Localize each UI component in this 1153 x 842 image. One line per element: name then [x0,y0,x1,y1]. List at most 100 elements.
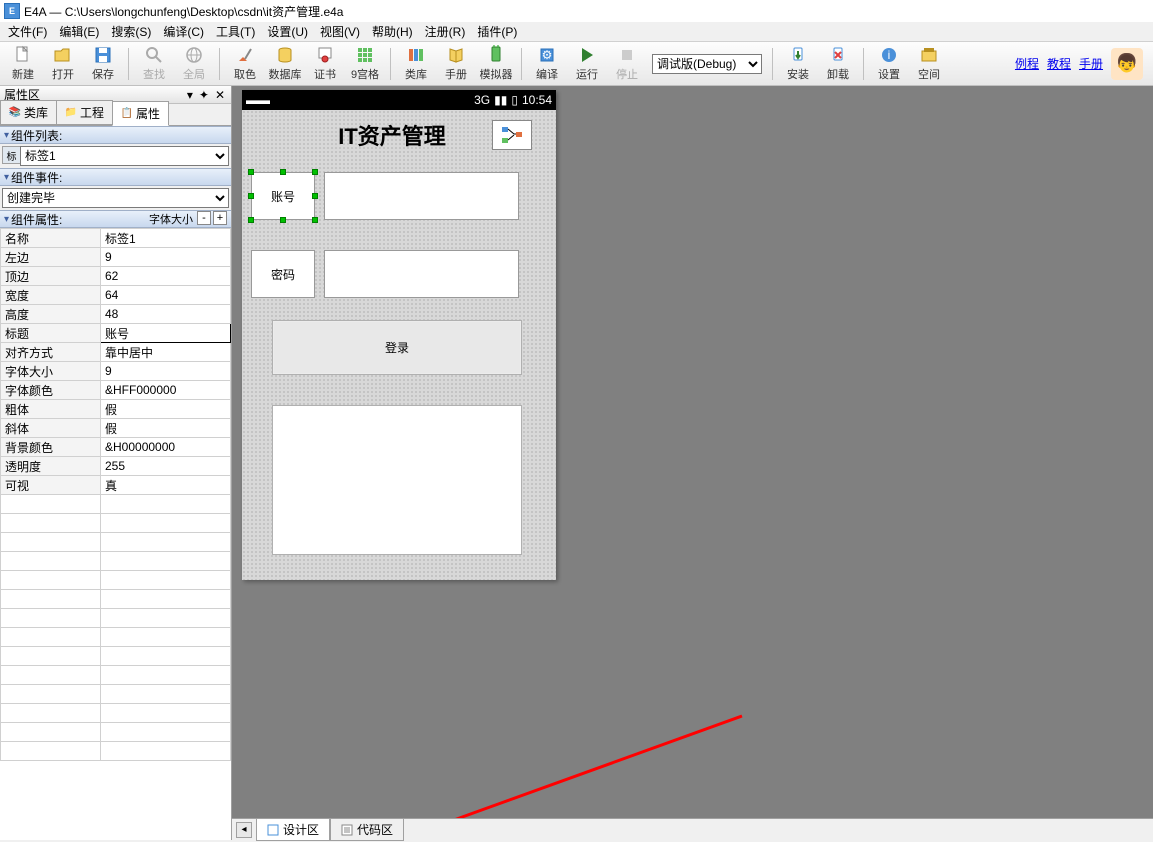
menu-search[interactable]: 搜索(S) [105,21,157,42]
toolbar-new-button[interactable]: 新建 [4,44,42,84]
prop-key: 字体大小 [1,362,101,381]
prop-value[interactable]: 255 [101,457,231,476]
input-account[interactable] [324,172,519,220]
properties-icon: 📋 [121,108,133,120]
resize-handle[interactable] [280,169,286,175]
prop-value[interactable]: 48 [101,305,231,324]
property-table: 名称标签1左边9顶边62宽度64高度48标题账号对齐方式靠中居中字体大小9字体颜… [0,228,231,761]
bottom-tabs: ◂ 设计区 代码区 [232,818,1153,840]
link-教程[interactable]: 教程 [1047,55,1071,72]
link-例程[interactable]: 例程 [1015,55,1039,72]
toolbar-emu-button[interactable]: 模拟器 [477,44,515,84]
prop-key: 粗体 [1,400,101,419]
prop-value[interactable]: 64 [101,286,231,305]
prop-key: 宽度 [1,286,101,305]
component-list-select[interactable]: 标签1 [20,146,229,166]
compile-icon: ⚙ [537,45,557,65]
resize-handle[interactable] [248,169,254,175]
resize-handle[interactable] [248,193,254,199]
prop-value[interactable]: 真 [101,476,231,495]
component-event-select[interactable]: 创建完毕 [2,188,229,208]
toolbar-picker-button[interactable]: 取色 [226,44,264,84]
prop-value[interactable]: 假 [101,400,231,419]
design-area: ▬▬ 3G ▮▮ ▯ 10:54 IT资产管理 账号 [232,86,1153,840]
tab-design[interactable]: 设计区 [256,818,330,841]
prop-value[interactable]: 账号 [101,324,231,343]
close-icon[interactable]: ✕ [213,88,227,102]
input-password[interactable] [324,250,519,298]
toolbar-find-button: 查找 [135,44,173,84]
menu-compile[interactable]: 编译(C) [157,21,210,42]
toolbar-run-button[interactable]: 运行 [568,44,606,84]
toolbar-install-button[interactable]: 安装 [779,44,817,84]
tab-code[interactable]: 代码区 [330,818,404,841]
resize-handle[interactable] [312,217,318,223]
chevron-down-icon[interactable]: ▾ [4,130,9,141]
menu-file[interactable]: 文件(F) [2,21,53,42]
form-title-label[interactable]: IT资产管理 [302,120,482,150]
font-decrease-button[interactable]: - [197,211,211,225]
prop-key: 透明度 [1,457,101,476]
login-button[interactable]: 登录 [272,320,522,375]
toolbar-compile-button[interactable]: ⚙编译 [528,44,566,84]
component-event-header: ▾ 组件事件: [0,168,231,186]
picker-icon [235,45,255,65]
resize-handle[interactable] [248,217,254,223]
toolbar-save-button[interactable]: 保存 [84,44,122,84]
title-bar: E E4A — C:\Users\longchunfeng\Desktop\cs… [0,0,1153,22]
resize-handle[interactable] [280,217,286,223]
pin-icon[interactable]: ✦ [197,88,211,102]
prop-value[interactable]: &H00000000 [101,438,231,457]
menu-view[interactable]: 视图(V) [314,21,366,42]
build-mode-select[interactable]: 调试版(Debug) [652,54,762,74]
menu-help[interactable]: 帮助(H) [366,21,419,42]
tab-project[interactable]: 📁工程 [56,100,113,125]
chevron-down-icon[interactable]: ▾ [4,172,9,183]
toolbar-open-button[interactable]: 打开 [44,44,82,84]
phone-statusbar: ▬▬ 3G ▮▮ ▯ 10:54 [242,90,556,110]
label-password[interactable]: 密码 [251,250,315,298]
label-type-icon: 标 [2,146,20,164]
lib-icon: 📚 [9,107,21,119]
toolbar-db-button[interactable]: 数据库 [266,44,304,84]
menu-settings[interactable]: 设置(U) [261,21,314,42]
prop-key: 标题 [1,324,101,343]
property-grid[interactable]: 名称标签1左边9顶边62宽度64高度48标题账号对齐方式靠中居中字体大小9字体颜… [0,228,231,840]
prop-value[interactable]: 靠中居中 [101,343,231,362]
tab-lib[interactable]: 📚类库 [0,100,57,125]
prop-value[interactable]: 9 [101,248,231,267]
resize-handle[interactable] [312,193,318,199]
tab-properties[interactable]: 📋属性 [112,101,169,126]
prop-key: 字体颜色 [1,381,101,400]
toolbar-lib-button[interactable]: 类库 [397,44,435,84]
prop-key: 顶边 [1,267,101,286]
font-increase-button[interactable]: + [213,211,227,225]
prop-value[interactable]: 标签1 [101,229,231,248]
prop-value[interactable]: 假 [101,419,231,438]
menu-register[interactable]: 注册(R) [419,21,472,42]
toolbar-space-button[interactable]: 空间 [910,44,948,84]
listbox[interactable] [272,405,522,555]
toolbar-book-button[interactable]: 手册 [437,44,475,84]
toolbar-uninstall-button[interactable]: 卸载 [819,44,857,84]
pin-icon[interactable]: ▾ [185,88,195,102]
toolbar-settings-button[interactable]: i设置 [870,44,908,84]
link-手册[interactable]: 手册 [1079,55,1103,72]
prop-value[interactable]: 62 [101,267,231,286]
global-icon [184,45,204,65]
prop-value[interactable]: 9 [101,362,231,381]
label-account[interactable]: 账号 [251,172,315,220]
tree-icon[interactable] [492,120,532,150]
resize-handle[interactable] [312,169,318,175]
form-canvas[interactable]: IT资产管理 账号 密码 登录 [242,110,556,580]
toolbar-cert-button[interactable]: 证书 [306,44,344,84]
toolbar-grid-button[interactable]: 9宫格 [346,44,384,84]
menu-edit[interactable]: 编辑(E) [53,21,105,42]
prop-value[interactable]: &HFF000000 [101,381,231,400]
scroll-left-button[interactable]: ◂ [236,822,252,838]
avatar[interactable]: 👦 [1111,48,1143,80]
component-list-header: ▾ 组件列表: [0,126,231,144]
menu-tools[interactable]: 工具(T) [210,21,261,42]
menu-plugin[interactable]: 插件(P) [471,21,523,42]
chevron-down-icon[interactable]: ▾ [4,214,9,225]
